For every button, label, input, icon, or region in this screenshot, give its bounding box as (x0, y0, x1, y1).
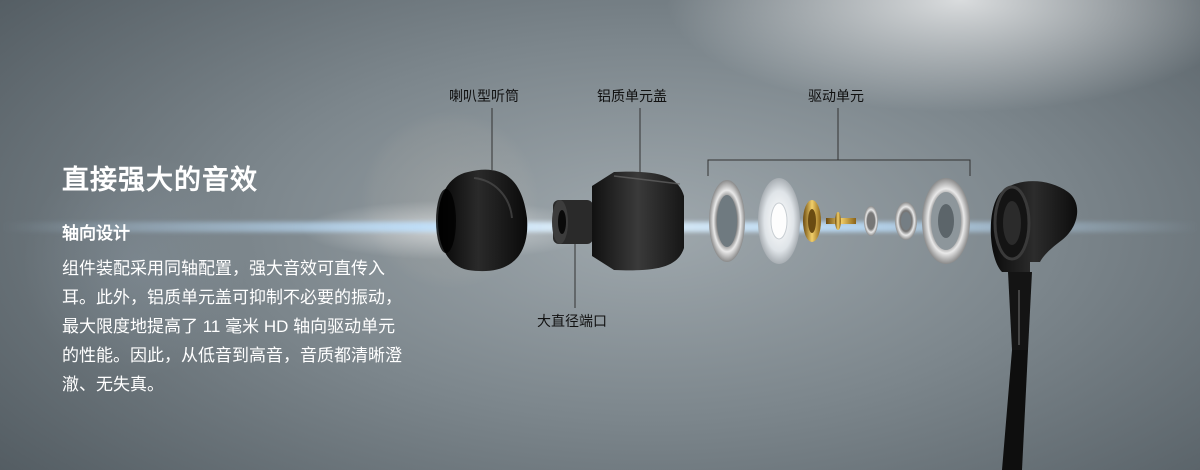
earphone-body-part (990, 181, 1078, 470)
product-banner: 直接强大的音效 轴向设计 组件装配采用同轴配置，强大音效可直传入耳。此外，铝质单… (0, 0, 1200, 470)
eartip-part (436, 169, 528, 272)
exploded-earphone-diagram (436, 108, 1078, 470)
aluminum-cap-part (552, 171, 684, 271)
driver-unit-parts (709, 178, 970, 264)
eartip-label: 喇叭型听筒 (449, 88, 519, 104)
driver-unit-label: 驱动单元 (808, 88, 864, 104)
port-label: 大直径端口 (537, 313, 607, 329)
aluminum-cap-label: 铝质单元盖 (597, 88, 667, 104)
